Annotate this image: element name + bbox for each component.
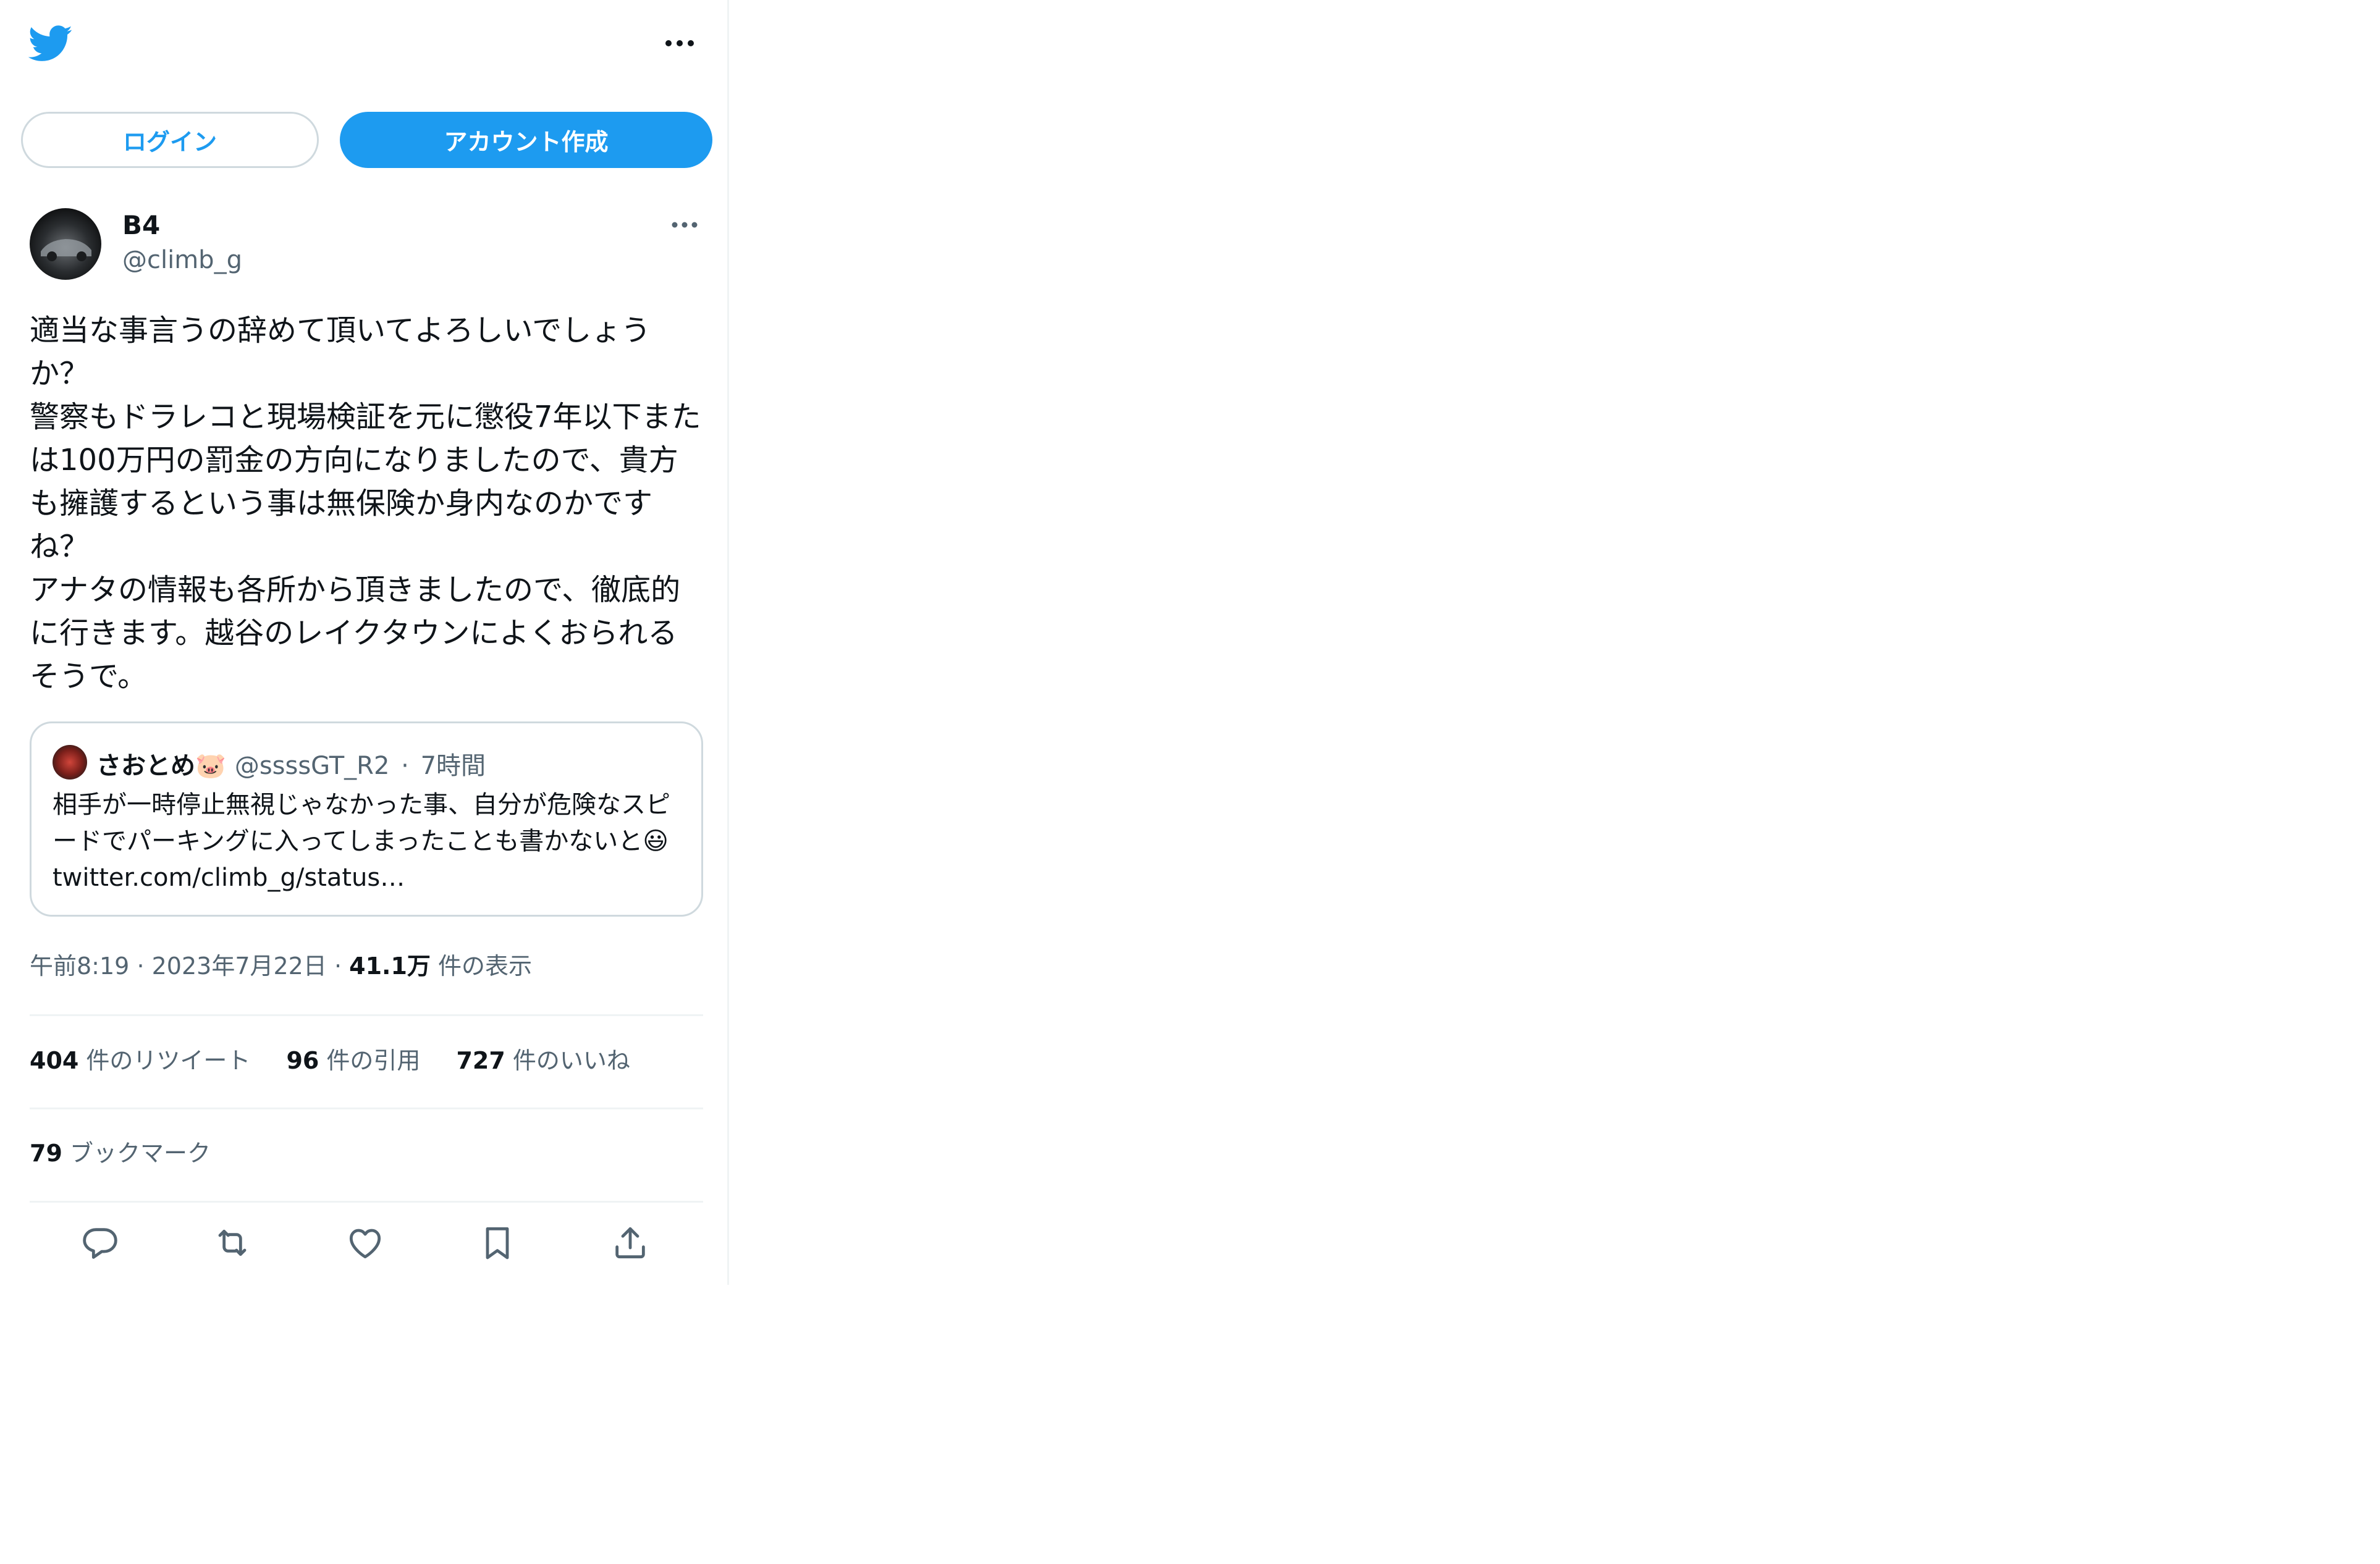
- quote-text: 相手が一時停止無視じゃなかった事、自分が危険なスピードでパーキングに入ってしまっ…: [53, 791, 670, 856]
- quote-link[interactable]: twitter.com/climb_g/status…: [53, 864, 405, 892]
- bookmark-icon[interactable]: [478, 1223, 517, 1263]
- create-account-button[interactable]: アカウント作成: [340, 112, 712, 168]
- likes-stat[interactable]: 727 件のいいね: [456, 1041, 630, 1075]
- tweet-page: ログイン アカウント作成 B4 @climb_g 適当な事言うの辞めて頂いてよろ…: [0, 0, 729, 1285]
- retweets-stat[interactable]: 404 件のリツイート: [30, 1041, 250, 1075]
- quote-header: さおとめ🐷 @ssssGT_R2 · 7時間: [96, 746, 486, 781]
- pig-emoji: 🐷: [195, 752, 226, 780]
- share-icon[interactable]: [610, 1223, 650, 1263]
- bookmarks-stat[interactable]: 79 ブックマーク: [30, 1134, 211, 1168]
- like-icon[interactable]: [345, 1223, 385, 1263]
- quotes-stat[interactable]: 96 件の引用: [286, 1041, 420, 1075]
- retweet-icon[interactable]: [213, 1223, 252, 1263]
- tweet-text: 適当な事言うの辞めて頂いてよろしいでしょうか？ 警察もドラレコと現場検証を元に懲…: [30, 313, 701, 694]
- views-label: 件の表示: [438, 952, 533, 980]
- quote-avatar[interactable]: [53, 745, 87, 780]
- tweet-time[interactable]: 午前8:19: [30, 952, 129, 980]
- avatar[interactable]: [30, 208, 101, 280]
- views-count: 41.1万: [349, 952, 431, 980]
- author-name[interactable]: B4: [122, 210, 160, 240]
- quote-separator: ·: [401, 752, 409, 780]
- quote-author-name[interactable]: さおとめ: [96, 752, 195, 780]
- smile-emoji: 😃: [643, 827, 669, 856]
- divider: [30, 1201, 703, 1203]
- divider: [30, 1108, 703, 1109]
- tweet-more-icon[interactable]: [671, 221, 698, 229]
- quote-time[interactable]: 7時間: [421, 752, 486, 780]
- more-horizontal-icon[interactable]: [664, 39, 695, 48]
- meta-separator: ·: [334, 952, 342, 980]
- engagement-stats: 404 件のリツイート 96 件の引用 727 件のいいね: [30, 1041, 666, 1075]
- tweet-date[interactable]: 2023年7月22日: [152, 952, 327, 980]
- author-handle[interactable]: @climb_g: [122, 246, 242, 274]
- quote-text-block: 相手が一時停止無視じゃなかった事、自分が危険なスピードでパーキングに入ってしまっ…: [53, 787, 683, 896]
- quote-author-handle[interactable]: @ssssGT_R2: [235, 752, 390, 780]
- meta-separator: ·: [137, 952, 145, 980]
- login-button[interactable]: ログイン: [21, 112, 319, 168]
- twitter-bird-icon[interactable]: [28, 25, 73, 63]
- divider: [30, 1014, 703, 1016]
- tweet-meta: 午前8:19 · 2023年7月22日 · 41.1万 件の表示: [30, 947, 532, 981]
- quoted-tweet-card[interactable]: さおとめ🐷 @ssssGT_R2 · 7時間 相手が一時停止無視じゃなかった事、自…: [30, 721, 703, 917]
- reply-icon[interactable]: [80, 1223, 120, 1263]
